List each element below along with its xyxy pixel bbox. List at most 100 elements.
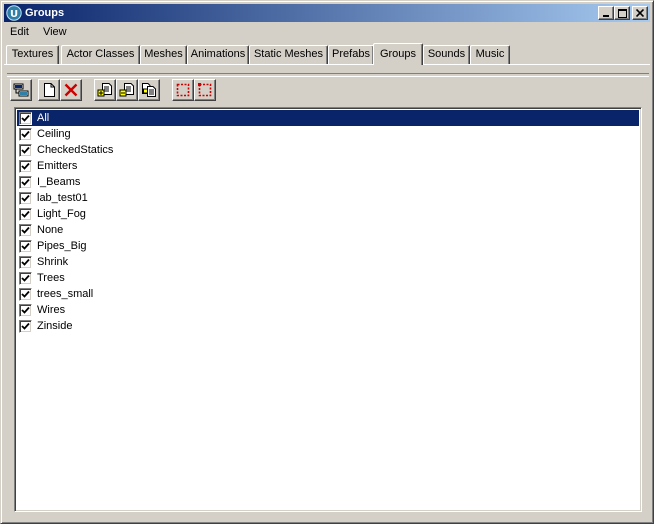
checkmark-icon — [21, 258, 30, 266]
group-name-label: Wires — [37, 304, 66, 316]
list-item[interactable]: I_Beams — [17, 174, 639, 190]
tab-meshes[interactable]: Meshes — [140, 45, 187, 64]
group-name-label: lab_test01 — [37, 192, 88, 204]
group-visibility-checkbox[interactable] — [19, 287, 32, 301]
maximize-icon — [617, 8, 627, 18]
list-item[interactable]: Pipes_Big — [17, 238, 639, 254]
close-icon — [636, 9, 644, 17]
checkmark-icon — [21, 242, 30, 250]
group-visibility-checkbox[interactable] — [19, 239, 32, 253]
tab-prefabs[interactable]: Prefabs — [328, 45, 374, 64]
group-visibility-checkbox[interactable] — [19, 255, 32, 269]
list-item[interactable]: None — [17, 222, 639, 238]
add-selected-to-group-button[interactable] — [94, 79, 116, 101]
group-visibility-checkbox[interactable] — [19, 319, 32, 333]
group-visibility-checkbox[interactable] — [19, 159, 32, 173]
checkmark-icon — [21, 226, 30, 234]
tab-actor-classes[interactable]: Actor Classes — [61, 45, 140, 64]
list-item[interactable]: CheckedStatics — [17, 142, 639, 158]
checkmark-icon — [21, 290, 30, 298]
tab-textures[interactable]: Textures — [6, 45, 59, 64]
delete-group-button[interactable] — [60, 79, 82, 101]
tab-music[interactable]: Music — [470, 45, 510, 64]
menu-view[interactable]: View — [36, 23, 74, 42]
remove-selected-from-group-icon — [119, 83, 134, 97]
group-visibility-checkbox[interactable] — [19, 271, 32, 285]
group-name-label: Trees — [37, 272, 65, 284]
svg-text:U: U — [10, 9, 18, 20]
group-name-label: None — [37, 224, 64, 236]
group-visibility-checkbox[interactable] — [19, 127, 32, 141]
group-visibility-checkbox[interactable] — [19, 303, 32, 317]
group-browser-button[interactable] — [10, 79, 32, 101]
browser-tabs: Textures Actor Classes Meshes Animations… — [6, 43, 648, 65]
group-name-label: Shrink — [37, 256, 69, 268]
group-browser-icon — [13, 83, 29, 97]
checkmark-icon — [21, 130, 30, 138]
checkmark-icon — [21, 162, 30, 170]
checkmark-icon — [21, 178, 30, 186]
list-item[interactable]: Trees — [17, 270, 639, 286]
group-visibility-checkbox[interactable] — [19, 175, 32, 189]
checkmark-icon — [21, 114, 30, 122]
new-group-button[interactable] — [38, 79, 60, 101]
toolbar-separator — [7, 73, 649, 77]
group-visibility-checkbox[interactable] — [19, 143, 32, 157]
list-item[interactable]: Emitters — [17, 158, 639, 174]
group-name-label: Emitters — [37, 160, 78, 172]
checkmark-icon — [21, 210, 30, 218]
window-title: Groups — [25, 7, 65, 19]
checkmark-icon — [21, 274, 30, 282]
list-item[interactable]: Ceiling — [17, 126, 639, 142]
checkmark-icon — [21, 306, 30, 314]
group-name-label: Pipes_Big — [37, 240, 87, 252]
checkmark-icon — [21, 322, 30, 330]
deselect-actors-button[interactable] — [194, 79, 216, 101]
unreal-app-icon[interactable]: U — [6, 5, 22, 21]
group-name-label: Zinside — [37, 320, 73, 332]
rename-group-button[interactable] — [138, 79, 160, 101]
menu-edit[interactable]: Edit — [4, 23, 36, 42]
group-name-label: Light_Fog — [37, 208, 86, 220]
list-item[interactable]: trees_small — [17, 286, 639, 302]
group-name-label: I_Beams — [37, 176, 81, 188]
checkmark-icon — [21, 194, 30, 202]
title-bar[interactable]: U Groups — [4, 4, 650, 22]
list-item[interactable]: Wires — [17, 302, 639, 318]
select-actors-icon — [176, 83, 190, 97]
close-button[interactable] — [632, 6, 648, 20]
group-visibility-checkbox[interactable] — [19, 111, 32, 125]
list-item[interactable]: lab_test01 — [17, 190, 639, 206]
maximize-button[interactable] — [614, 6, 630, 20]
group-visibility-checkbox[interactable] — [19, 191, 32, 205]
tab-groups[interactable]: Groups — [373, 43, 423, 65]
groups-toolbar — [10, 79, 650, 101]
rename-group-icon — [142, 83, 156, 97]
tab-strip-edge — [4, 64, 650, 65]
remove-selected-from-group-button[interactable] — [116, 79, 138, 101]
group-visibility-checkbox[interactable] — [19, 207, 32, 221]
checkmark-icon — [21, 146, 30, 154]
list-item[interactable]: All — [17, 110, 639, 126]
list-item[interactable]: Shrink — [17, 254, 639, 270]
tab-sounds[interactable]: Sounds — [423, 45, 470, 64]
select-actors-button[interactable] — [172, 79, 194, 101]
minimize-button[interactable] — [598, 6, 614, 20]
groups-window: U Groups Edit View Textures Actor Classe… — [0, 0, 654, 524]
minimize-icon — [603, 15, 609, 17]
group-visibility-checkbox[interactable] — [19, 223, 32, 237]
new-group-icon — [44, 83, 55, 97]
groups-list-items: All Ceiling CheckedStatics Emitters I_Beamsl… — [17, 110, 639, 334]
menu-bar: Edit View — [4, 23, 650, 42]
group-name-label: All — [37, 112, 50, 124]
delete-group-icon — [64, 83, 78, 97]
group-name-label: Ceiling — [37, 128, 71, 140]
group-name-label: trees_small — [37, 288, 94, 300]
tab-static-meshes[interactable]: Static Meshes — [249, 45, 328, 64]
tab-animations[interactable]: Animations — [187, 45, 249, 64]
list-item[interactable]: Light_Fog — [17, 206, 639, 222]
list-item[interactable]: Zinside — [17, 318, 639, 334]
group-name-label: CheckedStatics — [37, 144, 114, 156]
groups-list[interactable]: All Ceiling CheckedStatics Emitters I_Beamsl… — [14, 107, 642, 512]
add-selected-to-group-icon — [97, 83, 112, 97]
